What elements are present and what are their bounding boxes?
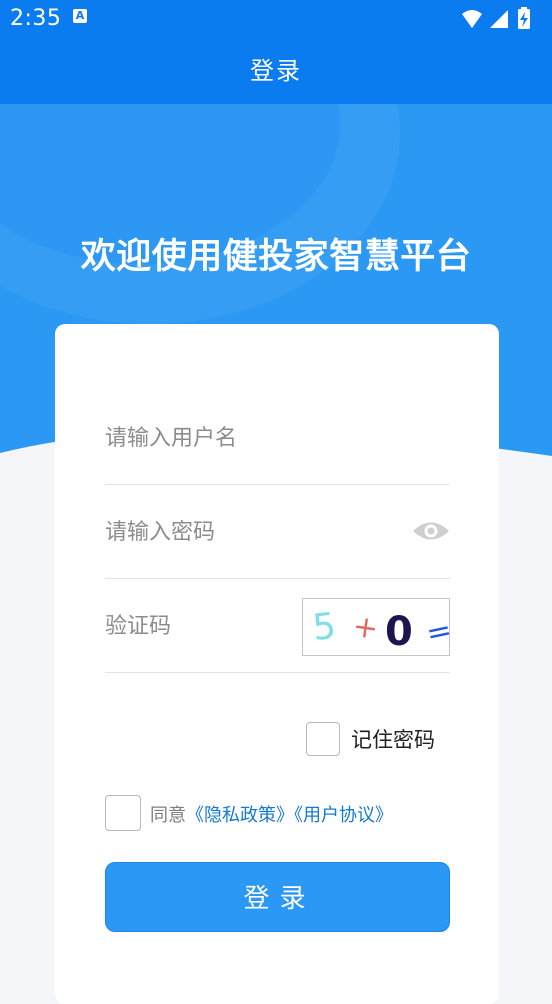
eye-icon[interactable]	[412, 518, 450, 544]
agree-prefix: 同意	[150, 805, 186, 826]
app-bar: 登录	[0, 38, 552, 104]
username-input[interactable]	[105, 418, 405, 458]
status-icons	[462, 7, 530, 29]
captcha-image[interactable]: 5 + 0 =	[302, 598, 450, 656]
login-button[interactable]: 登录	[105, 862, 450, 932]
captcha-char: 5	[311, 606, 338, 649]
username-row	[105, 390, 450, 485]
captcha-char: 0	[385, 609, 413, 655]
captcha-char: +	[351, 609, 381, 647]
battery-charging-icon	[518, 7, 530, 29]
login-card: 5 + 0 = 记住密码 同意《隐私政策》《用户协议》 登录	[55, 324, 499, 1004]
privacy-policy-link[interactable]: 《隐私政策》	[186, 805, 294, 826]
status-bar: 2:35 A	[0, 0, 552, 38]
notification-app-icon: A	[73, 9, 87, 23]
signal-icon	[490, 10, 508, 28]
captcha-char: =	[423, 612, 450, 651]
password-row	[105, 484, 450, 579]
page-title: 登录	[250, 57, 302, 85]
captcha-row: 5 + 0 =	[105, 578, 450, 673]
agreement-text: 同意《隐私政策》《用户协议》	[150, 801, 393, 827]
status-time: 2:35	[10, 6, 62, 31]
wifi-icon	[462, 10, 482, 28]
remember-checkbox[interactable]	[306, 722, 340, 756]
agreement-row: 同意《隐私政策》《用户协议》	[105, 794, 450, 832]
user-agreement-link[interactable]: 《用户协议》	[294, 805, 393, 826]
agree-checkbox[interactable]	[105, 795, 141, 831]
welcome-title: 欢迎使用健投家智慧平台	[80, 237, 472, 277]
password-input[interactable]	[105, 512, 405, 552]
remember-label: 记住密码	[351, 728, 435, 752]
